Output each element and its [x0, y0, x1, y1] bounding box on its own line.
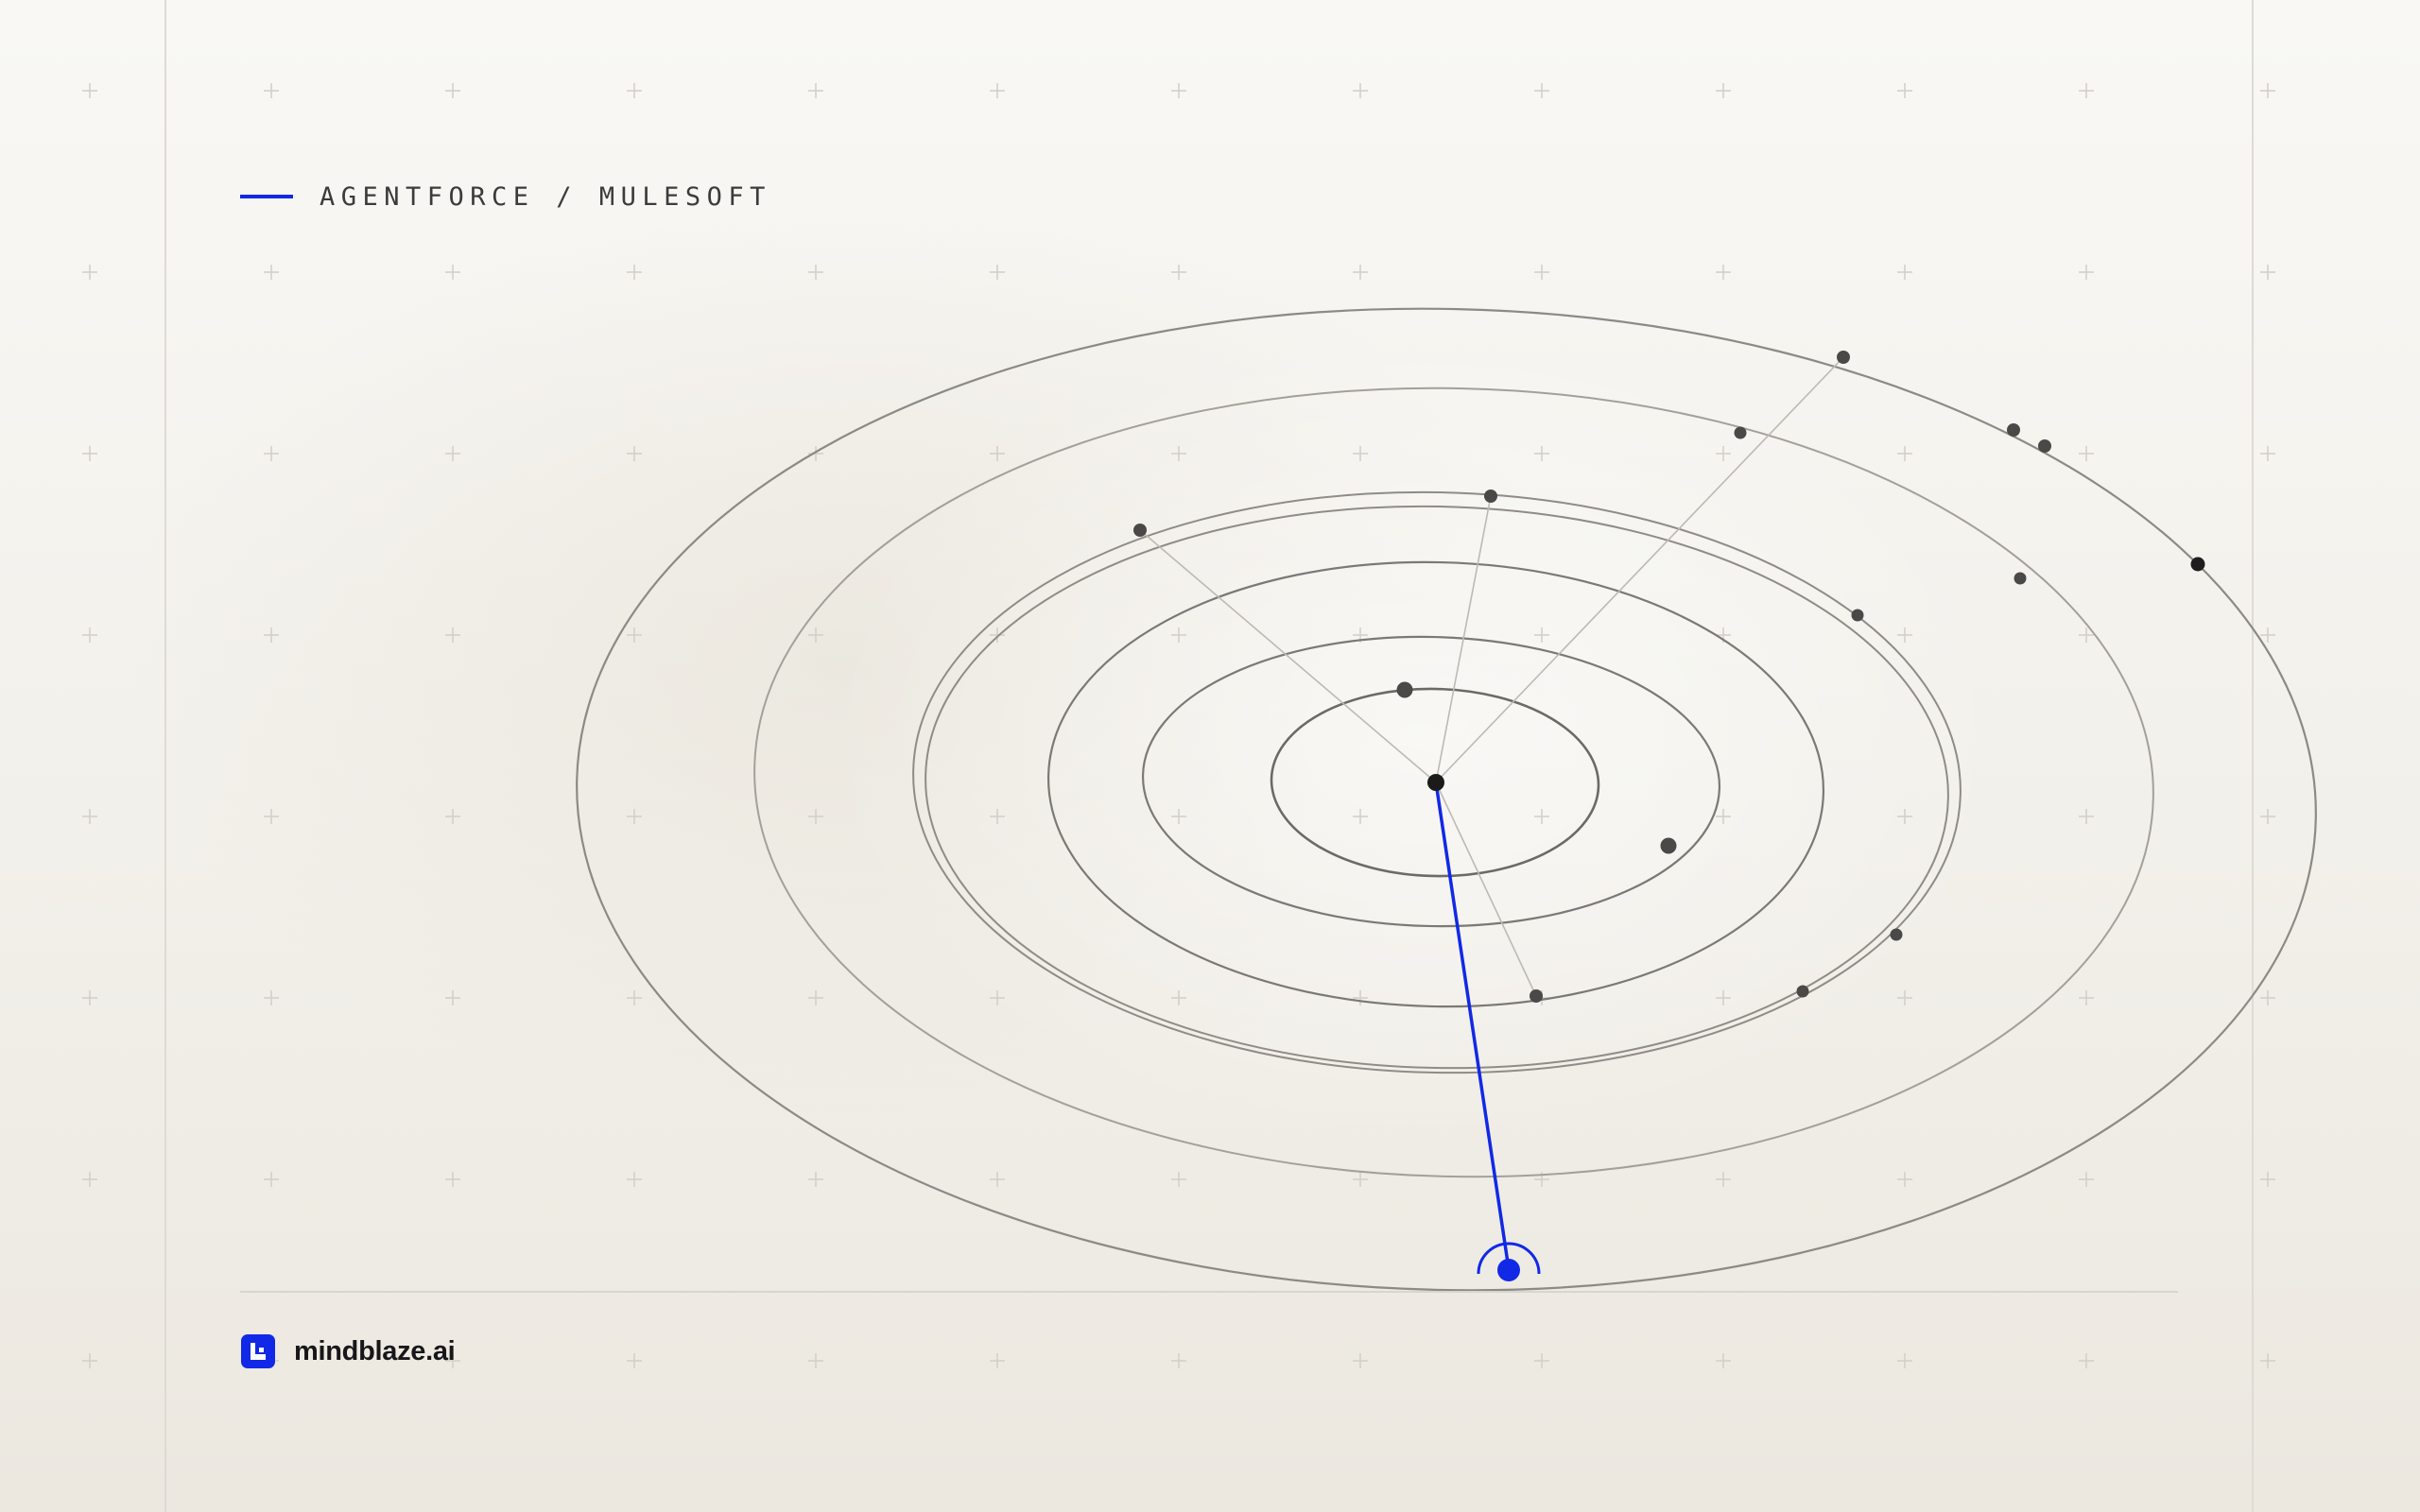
target-node: [1497, 1259, 1520, 1281]
nodes: [1133, 351, 2205, 1003]
orbit-node: [1530, 989, 1543, 1003]
footer-divider: [240, 1291, 2178, 1293]
orbit-node: [1484, 490, 1497, 503]
orbit-diagram: [82, 0, 2317, 1512]
orbit-node: [1660, 837, 1677, 854]
mindblaze-logo-icon: [241, 1334, 275, 1368]
orbit-node: [1133, 524, 1147, 537]
orbit-node: [1837, 351, 1850, 364]
orbit-node: [2007, 423, 2020, 437]
brand: mindblaze.ai: [241, 1333, 456, 1369]
spoke-line: [1139, 529, 1437, 783]
spokes: [1139, 356, 1844, 997]
orbit-node: [2014, 572, 2027, 585]
orbit-ring-6: [753, 387, 2154, 1178]
brand-name: mindblaze.ai: [294, 1335, 456, 1366]
orbit-node: [2038, 439, 2051, 453]
orbit-node: [1396, 681, 1413, 698]
slide: AGENTFORCE / MULESOFT mindblaze.ai: [0, 0, 2420, 1512]
orbit-node: [2190, 557, 2205, 572]
orbit-node: [1851, 609, 1864, 622]
accent-dash: [240, 195, 293, 198]
section-title: AGENTFORCE / MULESOFT: [320, 181, 771, 212]
center-node: [1427, 774, 1444, 791]
section-label: AGENTFORCE / MULESOFT: [240, 180, 771, 214]
orbit-node: [1890, 928, 1903, 941]
orbit-node: [1796, 985, 1809, 998]
orbit-ring-7: [576, 307, 2317, 1292]
orbits: [576, 307, 2317, 1292]
orbit-node: [1734, 426, 1747, 439]
highlight-path: [1434, 782, 1511, 1270]
